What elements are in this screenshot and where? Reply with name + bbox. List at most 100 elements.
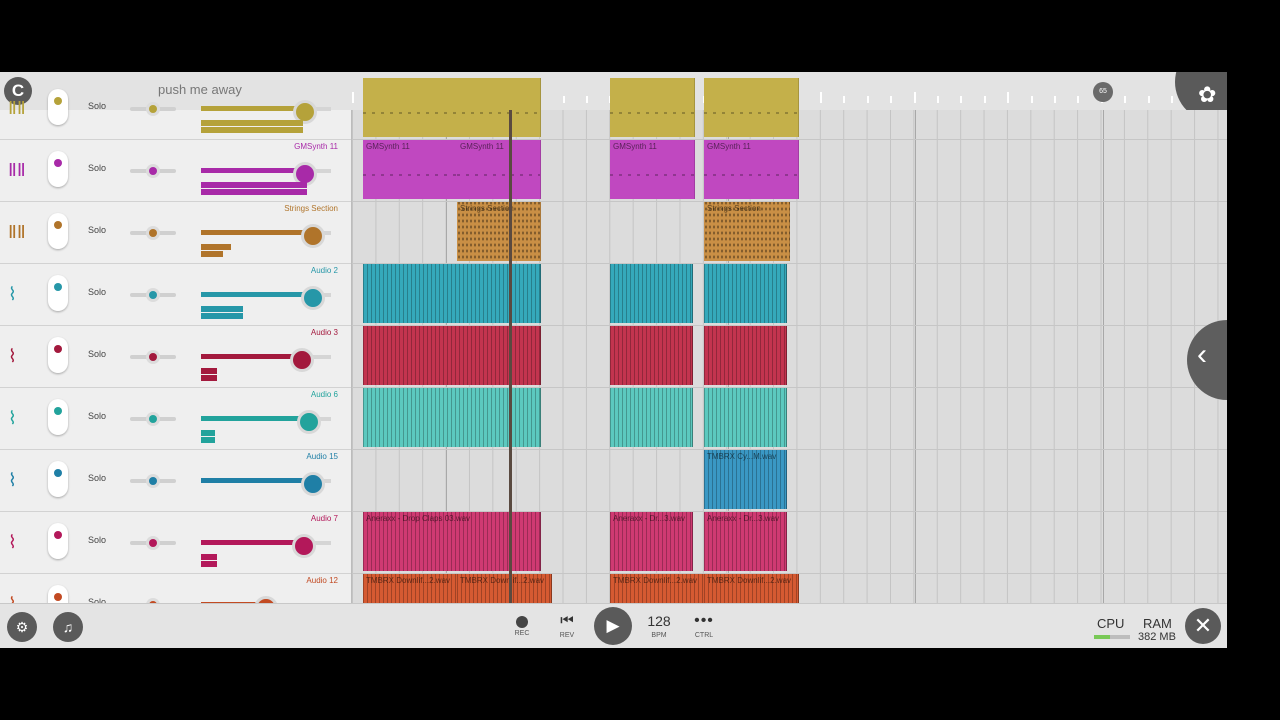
mute-toggle[interactable]	[48, 151, 68, 187]
chevron-left-icon[interactable]: ‹	[1197, 338, 1207, 372]
track-name[interactable]: Audio 3	[311, 328, 338, 337]
piano-instrument-icon[interactable]: ⅡⅡ	[8, 223, 26, 241]
track-row[interactable]: ⅡⅡ Solo	[0, 77, 351, 140]
mixer-button[interactable]: ⚙	[7, 612, 37, 642]
arrangement-clip[interactable]	[610, 388, 693, 447]
row-separator	[352, 387, 1227, 388]
track-name[interactable]: Audio 15	[306, 452, 338, 461]
track-name[interactable]: Strings Section	[284, 204, 338, 213]
pan-knob-center	[149, 291, 157, 299]
clip-label: TMBRX Cy...M.wav	[707, 452, 777, 461]
piano-instrument-icon[interactable]: ⅡⅡ	[8, 161, 26, 179]
arrangement-grid[interactable]: GMSynth 11 GMSynth 11 GMSynth 11 GMSynth 11…	[352, 78, 1227, 633]
arrangement-clip[interactable]: GMSynth 11	[363, 140, 458, 199]
mute-toggle[interactable]	[48, 275, 68, 311]
row-separator	[352, 511, 1227, 512]
solo-button[interactable]: Solo	[88, 287, 106, 297]
play-button[interactable]: ▶	[594, 607, 632, 645]
arrangement-clip[interactable]	[363, 78, 541, 137]
close-button[interactable]: ✕	[1185, 608, 1221, 644]
track-row[interactable]: ⅡⅡ Solo Strings Section	[0, 201, 351, 264]
pan-knob[interactable]	[146, 536, 160, 550]
arrangement-clip[interactable]	[363, 264, 541, 323]
bpm-value: 128	[647, 613, 671, 629]
pan-knob[interactable]	[146, 350, 160, 364]
record-button[interactable]: REC	[512, 612, 532, 637]
rewind-button[interactable]: ⏮ REV	[556, 612, 578, 639]
solo-button[interactable]: Solo	[88, 349, 106, 359]
clip-label: TMBRX Downlif...2.wav	[707, 576, 792, 585]
solo-button[interactable]: Solo	[88, 225, 106, 235]
bar-marker[interactable]: 65	[1093, 82, 1113, 102]
arrangement-clip[interactable]: GMSynth 11	[457, 140, 541, 199]
pan-knob[interactable]	[146, 164, 160, 178]
track-name[interactable]: GMSynth 11	[294, 142, 338, 151]
volume-slider-knob[interactable]	[300, 224, 325, 248]
tempo-control[interactable]: 128 BPM	[644, 612, 674, 639]
track-name[interactable]: Audio 12	[306, 576, 338, 585]
audio-waveform-icon[interactable]: ⌇	[8, 471, 17, 489]
ruler-tick	[1077, 96, 1080, 103]
track-row[interactable]: ⌇ Solo Audio 3	[0, 325, 351, 388]
volume-slider-knob[interactable]	[291, 534, 316, 558]
arrangement-clip[interactable]	[704, 264, 787, 323]
playhead[interactable]	[509, 110, 512, 603]
audio-waveform-icon[interactable]: ⌇	[8, 409, 17, 427]
level-meter	[201, 368, 217, 374]
track-row[interactable]: ⅡⅡ Solo GMSynth 11	[0, 139, 351, 202]
arrangement-clip[interactable]: Aneraxx - Dr...3.wav	[704, 512, 787, 571]
track-name[interactable]: Audio 6	[311, 390, 338, 399]
arrangement-clip[interactable]	[704, 326, 787, 385]
solo-button[interactable]: Solo	[88, 163, 106, 173]
volume-slider-knob[interactable]	[300, 472, 325, 496]
mute-toggle[interactable]	[48, 523, 68, 559]
arrangement-clip[interactable]: Strings Section	[457, 202, 541, 261]
track-row[interactable]: ⌇ Solo Audio 7	[0, 511, 351, 574]
solo-button[interactable]: Solo	[88, 473, 106, 483]
piano-settings-button[interactable]: ♫	[53, 612, 83, 642]
volume-slider-knob[interactable]	[290, 348, 315, 372]
mute-toggle[interactable]	[48, 213, 68, 249]
solo-button[interactable]: Solo	[88, 411, 106, 421]
arrangement-clip[interactable]	[363, 326, 541, 385]
piano-instrument-icon[interactable]: ⅡⅡ	[8, 99, 26, 117]
level-meter	[201, 306, 243, 312]
pan-knob[interactable]	[146, 474, 160, 488]
mute-toggle[interactable]	[48, 399, 68, 435]
track-row[interactable]: ⌇ Solo Audio 6	[0, 387, 351, 450]
arrangement-clip[interactable]: GMSynth 11	[610, 140, 695, 199]
arrangement-clip[interactable]	[610, 326, 693, 385]
arrangement-clip[interactable]	[363, 388, 541, 447]
arrangement-clip[interactable]	[704, 388, 787, 447]
pan-knob[interactable]	[146, 412, 160, 426]
audio-waveform-icon[interactable]: ⌇	[8, 347, 17, 365]
solo-button[interactable]: Solo	[88, 535, 106, 545]
arrangement-clip[interactable]: Aneraxx - Dr...3.wav	[610, 512, 693, 571]
audio-waveform-icon[interactable]: ⌇	[8, 533, 17, 551]
track-row[interactable]: ⌇ Solo Audio 15	[0, 449, 351, 512]
arrangement-clip[interactable]	[610, 264, 693, 323]
pan-knob[interactable]	[146, 102, 160, 116]
arrangement-clip[interactable]: TMBRX Cy...M.wav	[704, 450, 787, 509]
arrangement-clip[interactable]: GMSynth 11	[704, 140, 799, 199]
track-row[interactable]: ⌇ Solo Audio 2	[0, 263, 351, 326]
mute-toggle[interactable]	[48, 337, 68, 373]
arrangement-clip[interactable]: Strings Section	[704, 202, 790, 261]
solo-button[interactable]: Solo	[88, 101, 106, 111]
mute-toggle[interactable]	[48, 89, 68, 125]
track-name[interactable]: Audio 2	[311, 266, 338, 275]
pan-knob[interactable]	[146, 226, 160, 240]
arrangement-clip[interactable]	[704, 78, 799, 137]
arrangement-clip[interactable]: Aneraxx - Drop Claps 03.wav	[363, 512, 541, 571]
arrangement-clip[interactable]	[610, 78, 695, 137]
pan-knob[interactable]	[146, 288, 160, 302]
ruler-tick	[1171, 96, 1173, 103]
controls-menu-button[interactable]: ••• CTRL	[690, 612, 718, 639]
volume-slider-fill	[201, 354, 303, 359]
track-name[interactable]: Audio 7	[311, 514, 338, 523]
volume-slider-knob[interactable]	[296, 410, 321, 434]
mute-toggle[interactable]	[48, 461, 68, 497]
volume-slider-knob[interactable]	[300, 286, 325, 310]
fruit-logo-icon[interactable]: ✿	[1198, 82, 1216, 108]
audio-waveform-icon[interactable]: ⌇	[8, 285, 17, 303]
